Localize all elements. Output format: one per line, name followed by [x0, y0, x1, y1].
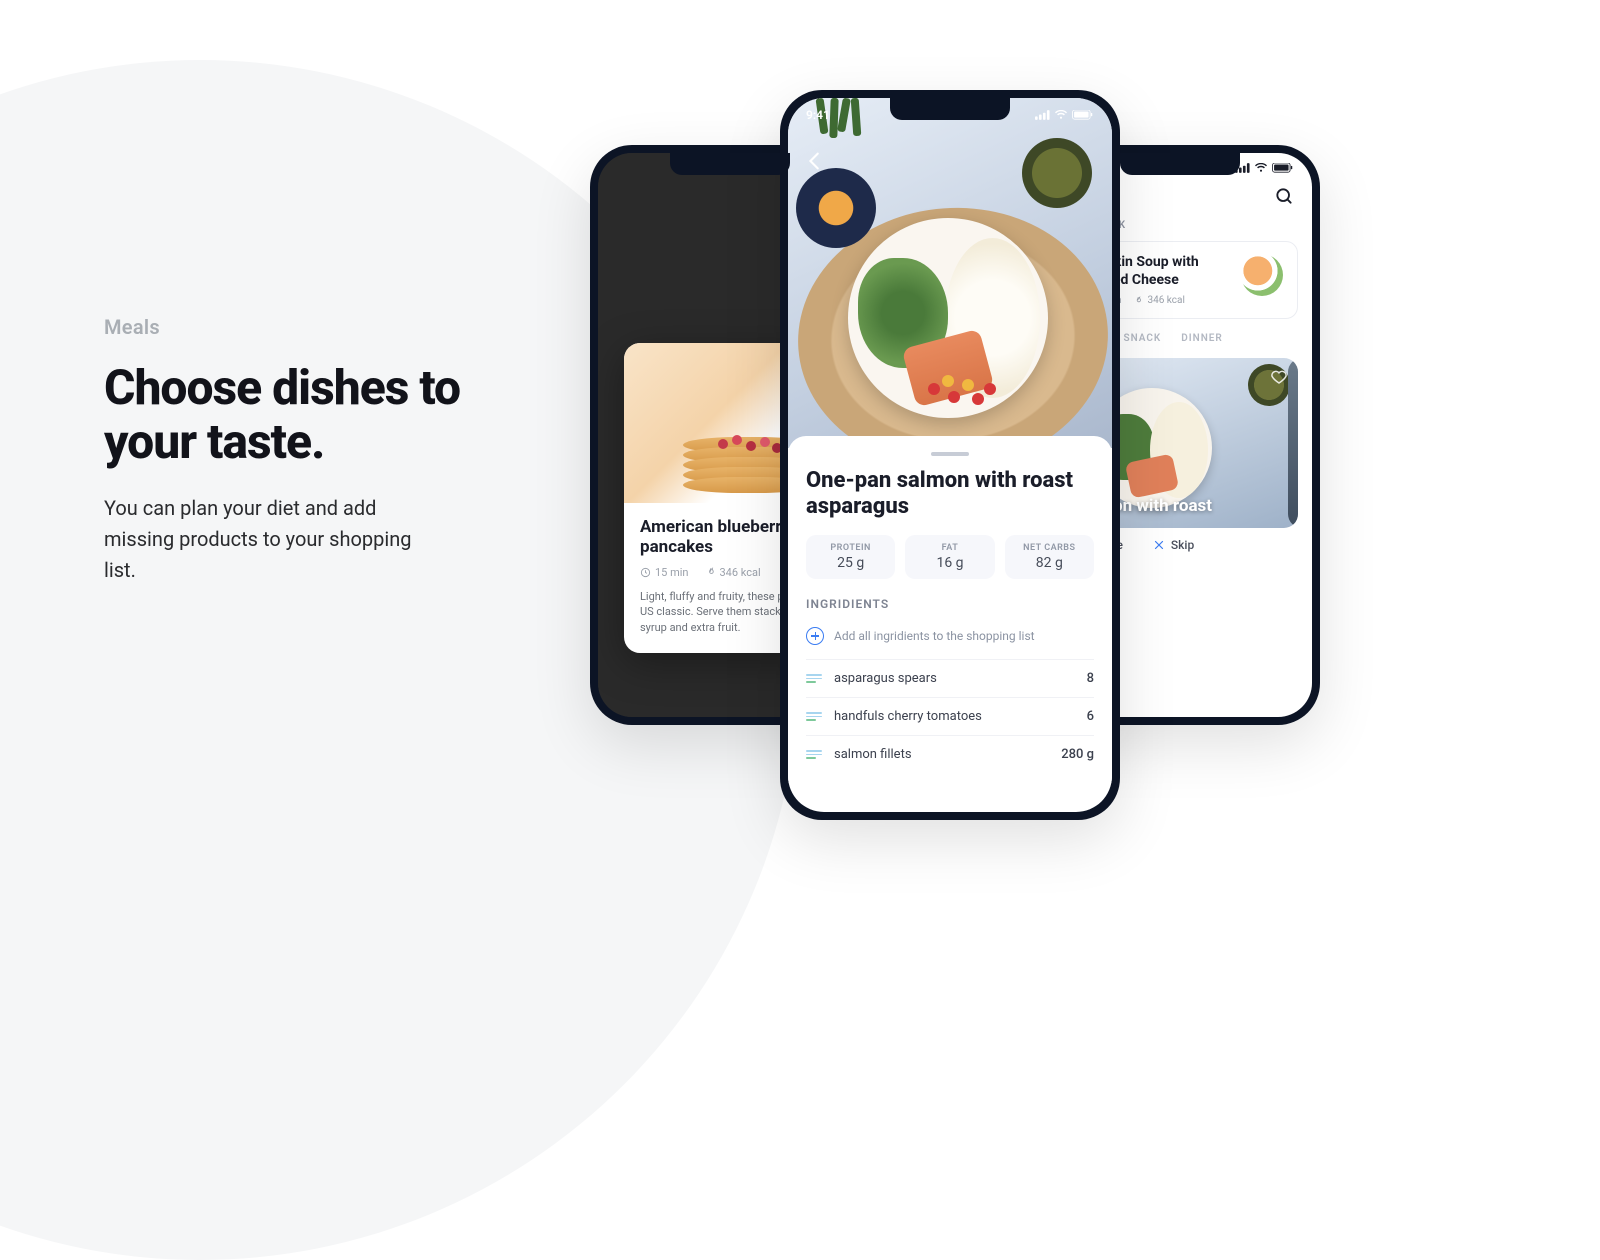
subtext: You can plan your diet and add missing p…: [104, 493, 434, 586]
add-all-button[interactable]: Add all ingridients to the shopping list: [806, 621, 1094, 659]
ingredient-row[interactable]: handfuls cherry tomatoes 6: [806, 697, 1094, 735]
recipe-hero-image: 9:41: [788, 98, 1112, 448]
ingredient-row[interactable]: salmon fillets 280 g: [806, 735, 1094, 773]
phone-center: 9:41: [780, 90, 1120, 820]
week-kcal: 346 kcal: [1147, 295, 1184, 306]
headline: Choose dishes to your taste.: [104, 361, 484, 469]
search-icon[interactable]: [1274, 186, 1294, 206]
tab-snack[interactable]: SNACK: [1123, 333, 1161, 344]
macro-protein: PROTEIN 25 g: [806, 535, 895, 579]
fire-icon: [705, 567, 716, 578]
macro-fat: FAT 16 g: [905, 535, 994, 579]
status-time: 9:41: [806, 108, 830, 122]
skip-label: Skip: [1171, 538, 1194, 552]
recipe-kcal: 346 kcal: [720, 566, 761, 579]
recipe-time: 15 min: [655, 566, 689, 579]
ingredient-row[interactable]: asparagus spears 8: [806, 659, 1094, 697]
phone-mockups: American blueberry pancakes 15 min 346 k…: [560, 90, 1320, 850]
week-thumb: [1241, 254, 1283, 296]
marketing-copy: Meals Choose dishes to your taste. You c…: [104, 315, 484, 586]
list-check-icon: [806, 750, 822, 759]
fire-icon: [1133, 296, 1143, 306]
clock-icon: [640, 567, 651, 578]
sheet-handle[interactable]: [931, 452, 969, 456]
list-check-icon: [806, 674, 822, 683]
recipe-sheet: One-pan salmon with roast asparagus PROT…: [788, 436, 1112, 783]
back-button[interactable]: [804, 150, 826, 172]
macros-row: PROTEIN 25 g FAT 16 g NET CARBS 82 g: [806, 535, 1094, 579]
macro-netcarbs: NET CARBS 82 g: [1005, 535, 1094, 579]
wifi-icon: [1054, 110, 1068, 120]
signal-icon: [1035, 110, 1050, 120]
recipe-title: One-pan salmon with roast asparagus: [806, 468, 1094, 521]
list-check-icon: [806, 712, 822, 721]
battery-icon: [1072, 110, 1094, 120]
plus-circle-icon: [806, 627, 824, 645]
skip-button[interactable]: Skip: [1153, 538, 1194, 552]
heart-icon[interactable]: [1270, 368, 1288, 386]
battery-icon: [1272, 163, 1294, 173]
add-all-label: Add all ingridients to the shopping list: [834, 629, 1035, 643]
close-icon: [1153, 539, 1165, 551]
wifi-icon: [1254, 163, 1268, 173]
ingredients-heading: INGRIDIENTS: [806, 597, 1094, 611]
tab-dinner[interactable]: DINNER: [1181, 333, 1223, 344]
arrow-left-icon: [804, 150, 826, 172]
section-label: Meals: [104, 315, 484, 339]
